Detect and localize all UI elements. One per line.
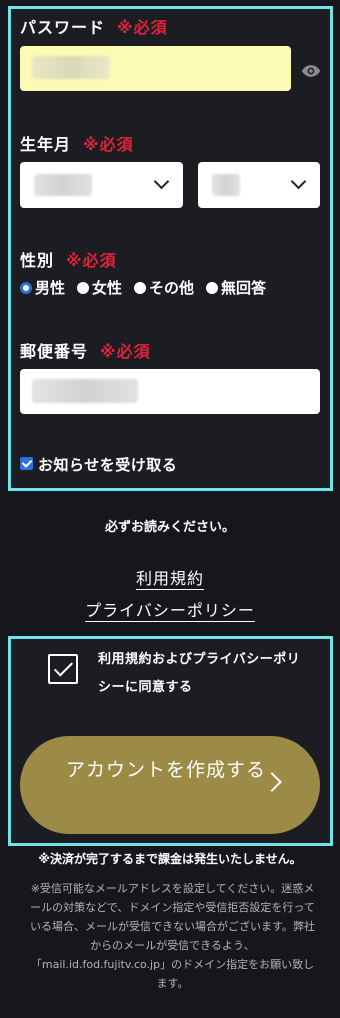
privacy-link-wrap: プライバシーポリシー	[0, 597, 340, 621]
chevron-down-icon	[290, 173, 307, 190]
eye-icon[interactable]	[301, 64, 321, 78]
radio-label: 女性	[92, 279, 123, 297]
terms-link[interactable]: 利用規約	[136, 569, 204, 588]
agree-label[interactable]: 利用規約およびプライバシーポリシーに同意する	[98, 646, 313, 702]
birth-year-select[interactable]	[20, 162, 183, 208]
radio-label: 男性	[35, 279, 66, 297]
postal-input[interactable]	[20, 369, 320, 414]
required-badge: ※必須	[100, 342, 151, 361]
birth-month-select[interactable]	[198, 162, 320, 208]
radio-indicator	[77, 281, 90, 294]
required-badge: ※必須	[117, 18, 168, 37]
redacted-value	[212, 174, 240, 196]
redacted-value	[32, 56, 110, 79]
newsletter-checkbox[interactable]	[20, 457, 33, 470]
radio-indicator	[20, 281, 32, 294]
radio-no-answer[interactable]: 無回答	[206, 277, 266, 298]
agree-checkbox[interactable]	[48, 654, 78, 684]
create-account-button[interactable]: アカウントを作成する	[20, 736, 320, 834]
email-note: ※受信可能なメールアドレスを設定してください。迷惑メールの対策などで、ドメイン指…	[30, 882, 315, 990]
terms-link-wrap: 利用規約	[0, 565, 340, 589]
radio-indicator	[206, 281, 219, 294]
read-notice: 必ずお読みください。	[104, 520, 235, 535]
radio-male[interactable]: 男性	[20, 277, 65, 298]
password-label: パスワード ※必須	[20, 18, 168, 37]
radio-indicator	[134, 281, 147, 294]
birth-label: 生年月 ※必須	[20, 135, 134, 154]
radio-female[interactable]: 女性	[77, 277, 122, 298]
redacted-value	[34, 174, 92, 196]
postal-label: 郵便番号 ※必須	[20, 342, 151, 361]
required-badge: ※必須	[66, 251, 117, 270]
create-account-label: アカウントを作成する	[66, 759, 267, 781]
required-badge: ※必須	[83, 135, 134, 154]
chevron-down-icon	[153, 173, 170, 190]
newsletter-label[interactable]: お知らせを受け取る	[38, 454, 177, 475]
privacy-link[interactable]: プライバシーポリシー	[85, 601, 255, 620]
password-input[interactable]	[20, 46, 291, 91]
radio-label: 無回答	[221, 279, 267, 297]
billing-note: ※決済が完了するまで課金は発生いたしません。	[38, 852, 302, 866]
radio-label: その他	[149, 279, 195, 297]
gender-radio-group: 男性 女性 その他 無回答	[20, 277, 278, 298]
gender-label: 性別 ※必須	[20, 251, 117, 270]
radio-other[interactable]: その他	[134, 277, 194, 298]
redacted-value	[32, 379, 138, 403]
